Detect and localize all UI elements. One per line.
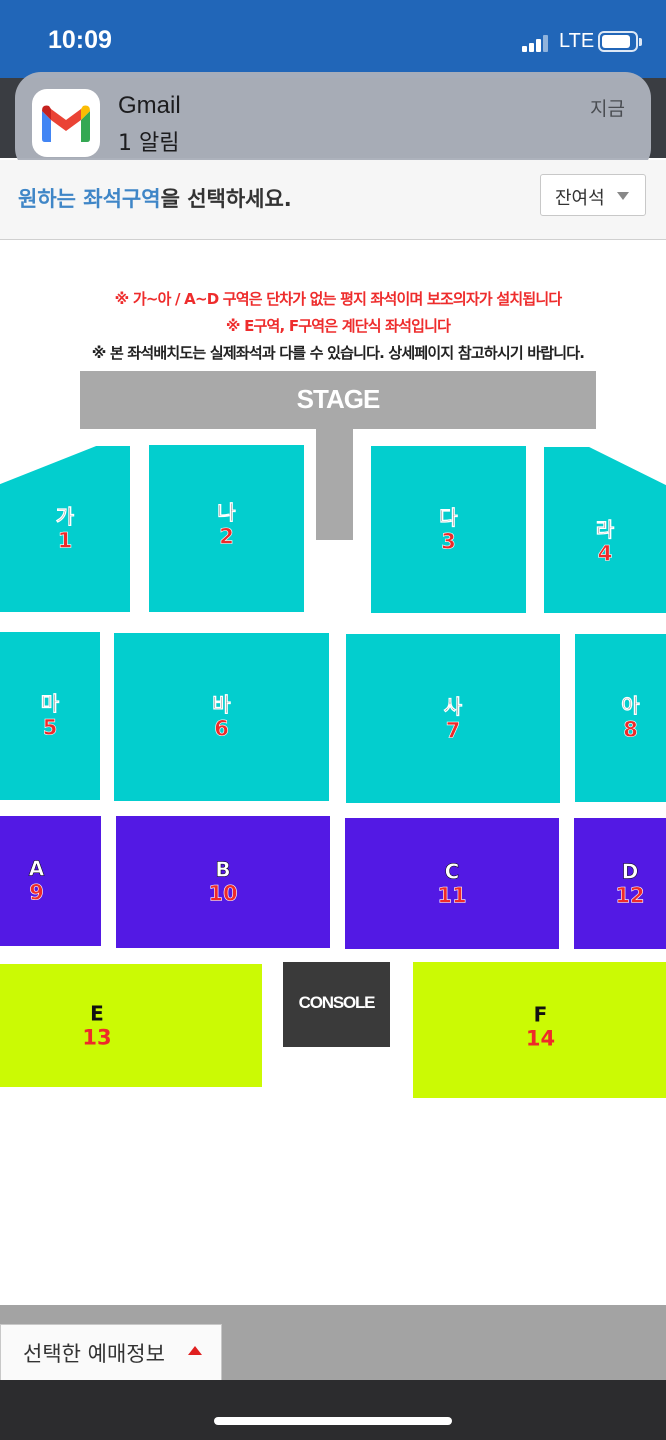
notice-disclaimer: ※ 본 좌석배치도는 실제좌석과 다를 수 있습니다. 상세페이지 참고하시기 …: [91, 344, 585, 362]
booking-info-toggle[interactable]: 선택한 예매정보: [0, 1324, 222, 1380]
section-b-10[interactable]: B 10: [116, 816, 330, 948]
section-number: 1: [57, 528, 73, 553]
gmail-icon: [32, 89, 100, 157]
section-d-12[interactable]: D 12: [574, 818, 666, 949]
section-name: 라: [595, 517, 615, 542]
status-time: 10:09: [48, 26, 112, 54]
instruction-text: 원하는 좌석구역을 선택하세요.: [18, 183, 292, 213]
stage-label: STAGE: [296, 384, 381, 414]
section-number: 6: [214, 716, 229, 741]
chevron-down-icon: [617, 192, 629, 200]
section-number: 8: [623, 717, 638, 742]
section-number: 3: [441, 528, 456, 554]
section-da-3[interactable]: 다3: [371, 446, 526, 613]
section-number: 9: [29, 880, 44, 905]
section-name: F: [533, 1002, 548, 1027]
notification-message: 1 알림: [118, 131, 180, 156]
section-sa-7[interactable]: 사7: [346, 634, 560, 803]
cellular-signal-icon: [522, 34, 550, 52]
network-type: LTE: [559, 30, 595, 52]
home-indicator-area: [0, 1380, 666, 1440]
section-ma-5[interactable]: 마5: [0, 632, 100, 800]
section-name: 바: [212, 692, 231, 717]
seat-selection-header: 원하는 좌석구역을 선택하세요. 잔여석: [0, 160, 666, 240]
section-name: 아: [621, 693, 640, 718]
section-name: 나: [217, 500, 236, 525]
section-number: 10: [208, 881, 238, 906]
notice-floor-seats: ※ 가~아 / A~D 구역은 단차가 없는 평지 좌석이며 보조의자가 설치됩…: [114, 290, 562, 308]
section-number: 14: [525, 1026, 556, 1051]
section-number: 12: [615, 882, 645, 908]
section-name: 마: [40, 691, 60, 716]
notification-banner[interactable]: Gmail 1 알림 지금: [15, 72, 651, 174]
stage: STAGE: [80, 371, 596, 429]
section-name: A: [28, 856, 45, 881]
section-f-14[interactable]: F 14: [413, 962, 666, 1098]
remaining-seats-label: 잔여석: [555, 188, 605, 209]
section-ba-6[interactable]: 바6: [114, 633, 329, 801]
remaining-seats-dropdown[interactable]: 잔여석: [540, 174, 646, 216]
section-number: 11: [437, 882, 467, 908]
section-number: 5: [42, 715, 58, 740]
home-indicator[interactable]: [214, 1417, 452, 1425]
section-e-13[interactable]: E 13: [0, 964, 262, 1087]
section-na-2[interactable]: 나2: [149, 445, 304, 612]
chevron-up-icon: [188, 1346, 202, 1355]
section-name: C: [444, 858, 460, 883]
section-name: 다: [439, 504, 458, 529]
section-name: E: [90, 1000, 104, 1025]
console-label: CONSOLE: [298, 993, 376, 1012]
notice-tiered-seats: ※ E구역, F구역은 계단식 좌석입니다: [225, 317, 451, 335]
section-c-11[interactable]: C 11: [345, 818, 559, 949]
booking-info-label: 선택한 예매정보: [23, 1342, 165, 1366]
section-number: 2: [219, 524, 234, 549]
section-number: 13: [82, 1024, 112, 1049]
instruction-highlight: 원하는 좌석구역: [18, 187, 161, 211]
instruction-rest: 을 선택하세요.: [160, 187, 292, 211]
section-name: D: [621, 858, 639, 883]
battery-icon: [598, 31, 642, 52]
stage-runway: [316, 428, 353, 540]
section-a-8[interactable]: 아8: [575, 634, 666, 802]
section-name: 사: [443, 693, 463, 718]
notification-time: 지금: [590, 98, 625, 120]
section-number: 4: [597, 541, 613, 566]
section-ra-4[interactable]: 라4: [544, 447, 666, 613]
section-name: B: [215, 857, 231, 882]
section-ga-1[interactable]: 가1: [0, 446, 130, 612]
notification-app-name: Gmail: [118, 92, 181, 119]
section-a-9[interactable]: A9: [0, 816, 101, 946]
section-number: 7: [445, 717, 461, 743]
section-name: 가: [55, 504, 75, 529]
console-booth: CONSOLE: [283, 962, 390, 1047]
booking-info-bar: 선택한 예매정보: [0, 1305, 666, 1380]
status-bar: 10:09 LTE: [0, 0, 666, 78]
